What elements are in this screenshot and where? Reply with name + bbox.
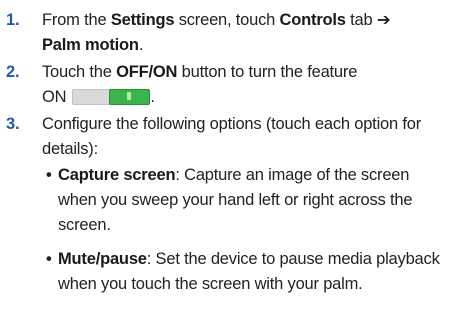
- bullet: •: [46, 250, 52, 268]
- step-line: Touch the OFF/ON button to turn the feat…: [42, 60, 470, 85]
- toggle-grip: [127, 91, 132, 100]
- text: .: [138, 36, 144, 54]
- settings-label: Settings: [110, 11, 175, 29]
- step-line: ON.: [42, 85, 470, 110]
- on-off-toggle-icon: [72, 88, 151, 105]
- step-text: Configure the following options (touch e…: [42, 112, 470, 162]
- step-number: 2.: [6, 63, 20, 81]
- text: ON: [42, 88, 67, 106]
- step-text: From the Settings screen, touch Controls…: [42, 8, 470, 58]
- text: : Capture an image of the screen: [175, 166, 410, 184]
- text: button to turn the feature: [177, 63, 358, 81]
- mute-pause-label: Mute/pause: [58, 250, 147, 268]
- text: .: [150, 88, 155, 106]
- option-line: when you touch the screen with your palm…: [58, 275, 363, 293]
- instruction-document: 1. From the Settings screen, touch Contr…: [0, 0, 470, 326]
- text: Touch the: [42, 63, 117, 81]
- option-text: Mute/pause: Set the device to pause medi…: [58, 247, 470, 297]
- step-line: Configure the following options (touch e…: [42, 115, 422, 133]
- step-number: 1.: [6, 11, 20, 29]
- option-line: Mute/pause: Set the device to pause medi…: [58, 247, 470, 272]
- text: : Set the device to pause media playback: [146, 250, 440, 268]
- step-line: Palm motion.: [42, 33, 470, 58]
- option-line: screen.: [58, 216, 111, 234]
- text: screen, touch: [174, 11, 280, 29]
- step-text: Touch the OFF/ON button to turn the feat…: [42, 60, 470, 110]
- capture-screen-label: Capture screen: [58, 166, 176, 184]
- option-text: Capture screen: Capture an image of the …: [58, 163, 470, 238]
- controls-label: Controls: [279, 11, 346, 29]
- step-line: From the Settings screen, touch Controls…: [42, 8, 470, 33]
- option-line: when you sweep your hand left or right a…: [58, 191, 413, 209]
- option-line: Capture screen: Capture an image of the …: [58, 163, 470, 188]
- off-on-label: OFF/ON: [116, 63, 178, 81]
- text: From the: [42, 11, 111, 29]
- step-line: details):: [42, 140, 98, 158]
- step-number: 3.: [6, 115, 20, 133]
- palm-motion-label: Palm motion: [42, 36, 139, 54]
- bullet: •: [46, 166, 52, 184]
- text: tab ➔: [345, 11, 391, 29]
